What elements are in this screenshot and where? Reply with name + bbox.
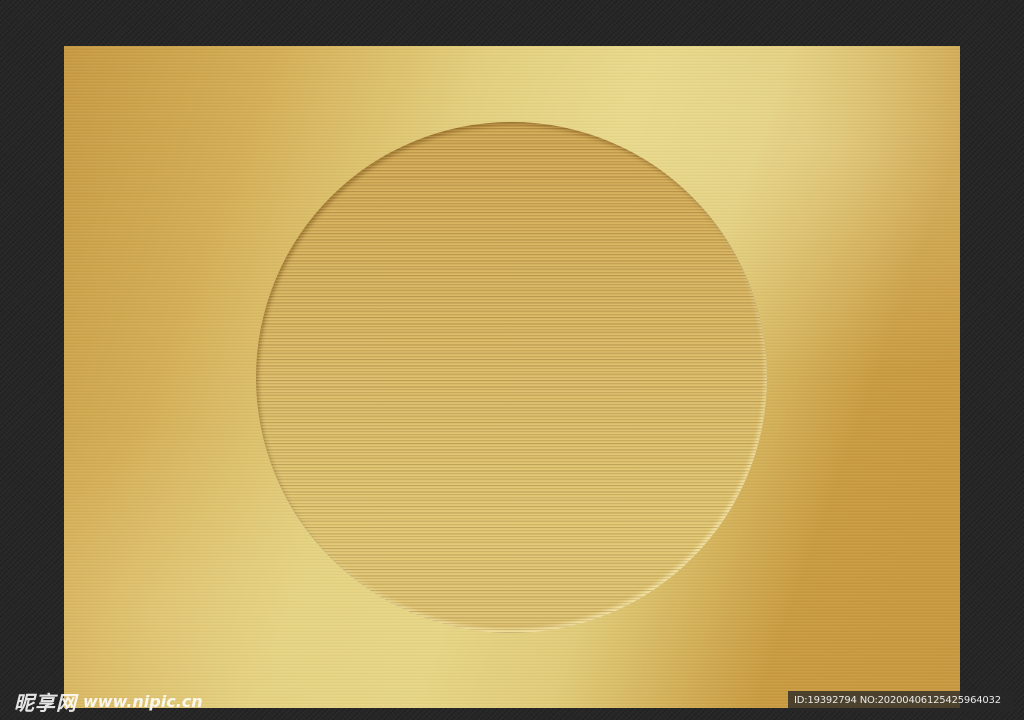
watermark-site-name: 昵享网 (14, 690, 77, 715)
brushed-gold-plate (64, 46, 960, 708)
image-id-banner: ID:19392794 NO:20200406125425964032 (788, 691, 1014, 711)
disc-brushed-lines (256, 122, 767, 633)
watermark-logo: 昵享网 www.nipic.cn (14, 686, 203, 716)
engraved-gold-disc (256, 122, 767, 633)
watermark-site-url: www.nipic.cn (83, 691, 203, 711)
